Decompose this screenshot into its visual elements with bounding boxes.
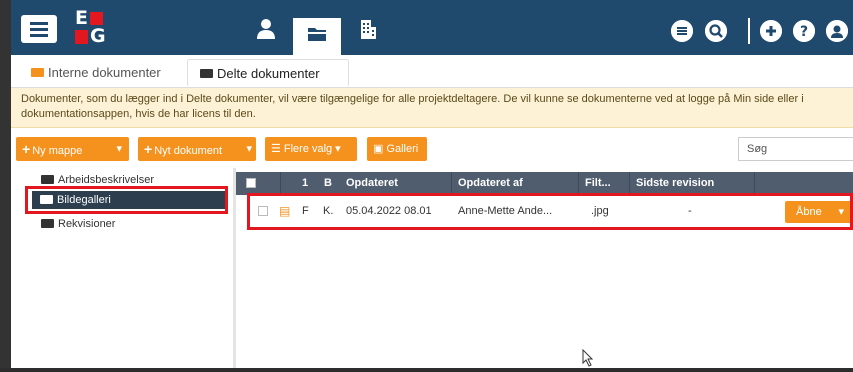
folder-icon — [41, 174, 54, 184]
select-all-checkbox[interactable] — [246, 178, 256, 188]
folder-icon — [41, 218, 54, 228]
mouse-cursor-icon — [582, 348, 594, 372]
tab-label: Interne dokumenter — [48, 65, 161, 80]
person-icon[interactable] — [256, 18, 276, 44]
more-options-button[interactable]: ☰ Flere valg ▾ — [265, 137, 357, 161]
info-notice: Dokumenter, som du lægger ind i Delte do… — [11, 88, 853, 128]
logo-letter-e: E — [75, 7, 88, 29]
search-icon[interactable] — [705, 20, 727, 42]
tree-item-rekvisioner[interactable]: Rekvisioner — [41, 216, 115, 232]
plus-icon[interactable] — [760, 20, 782, 42]
list-icon[interactable] — [671, 20, 693, 42]
folder-icon — [31, 68, 44, 78]
svg-text:?: ? — [800, 24, 808, 40]
app-window: E G ? Interne dokumenter Delte dokumente… — [11, 0, 853, 368]
logo-letter-g: G — [90, 25, 106, 47]
help-icon[interactable]: ? — [793, 20, 815, 42]
header-col-1[interactable]: 1 — [296, 172, 318, 195]
building-icon[interactable] — [359, 18, 377, 44]
eg-logo: E G — [75, 7, 106, 47]
highlight-frame — [247, 193, 853, 230]
image-icon: ▣ — [373, 143, 384, 155]
new-folder-button[interactable]: + Ny mappe ▾ — [16, 137, 129, 161]
grid-header: 1 B Opdateret Opdateret af Filt... Sidst… — [236, 172, 853, 195]
folder-icon[interactable] — [307, 25, 327, 47]
new-document-button[interactable]: + Nyt dokument ▾ — [138, 137, 256, 161]
header-filetype[interactable]: Filt... — [579, 172, 630, 195]
header-updated-by[interactable]: Opdateret af — [452, 172, 579, 195]
header-col-b[interactable]: B — [318, 172, 342, 195]
document-tabs: Interne dokumenter Delte dokumenter — [11, 55, 853, 88]
action-toolbar: + Ny mappe ▾ + Nyt dokument ▾ ☰ Flere valg ▾ ▣… — [11, 136, 853, 166]
folder-open-icon — [200, 69, 213, 79]
user-icon[interactable] — [826, 20, 848, 42]
gallery-button[interactable]: ▣ Galleri — [367, 137, 427, 161]
tab-label: Delte dokumenter — [217, 66, 320, 81]
menu-icon[interactable] — [21, 15, 57, 43]
tab-shared-documents[interactable]: Delte dokumenter — [187, 59, 349, 86]
header-updated[interactable]: Opdateret — [340, 172, 452, 195]
plus-icon: + — [144, 141, 153, 157]
header-last-revision[interactable]: Sidste revision — [630, 172, 755, 195]
list-icon: ☰ — [271, 143, 281, 155]
highlight-frame — [25, 186, 228, 214]
tab-internal-documents[interactable]: Interne dokumenter — [31, 59, 161, 86]
caret-icon: ▾ — [116, 143, 122, 155]
caret-icon: ▾ — [246, 143, 252, 155]
toolbar-separator — [748, 18, 750, 44]
plus-icon: + — [22, 141, 31, 157]
documents-grid: 1 B Opdateret Opdateret af Filt... Sidst… — [236, 168, 853, 368]
search-input[interactable]: Søg — [738, 137, 853, 161]
top-navigation-bar: E G ? — [11, 0, 853, 55]
header-select-all[interactable] — [236, 172, 281, 195]
caret-icon: ▾ — [335, 143, 341, 155]
